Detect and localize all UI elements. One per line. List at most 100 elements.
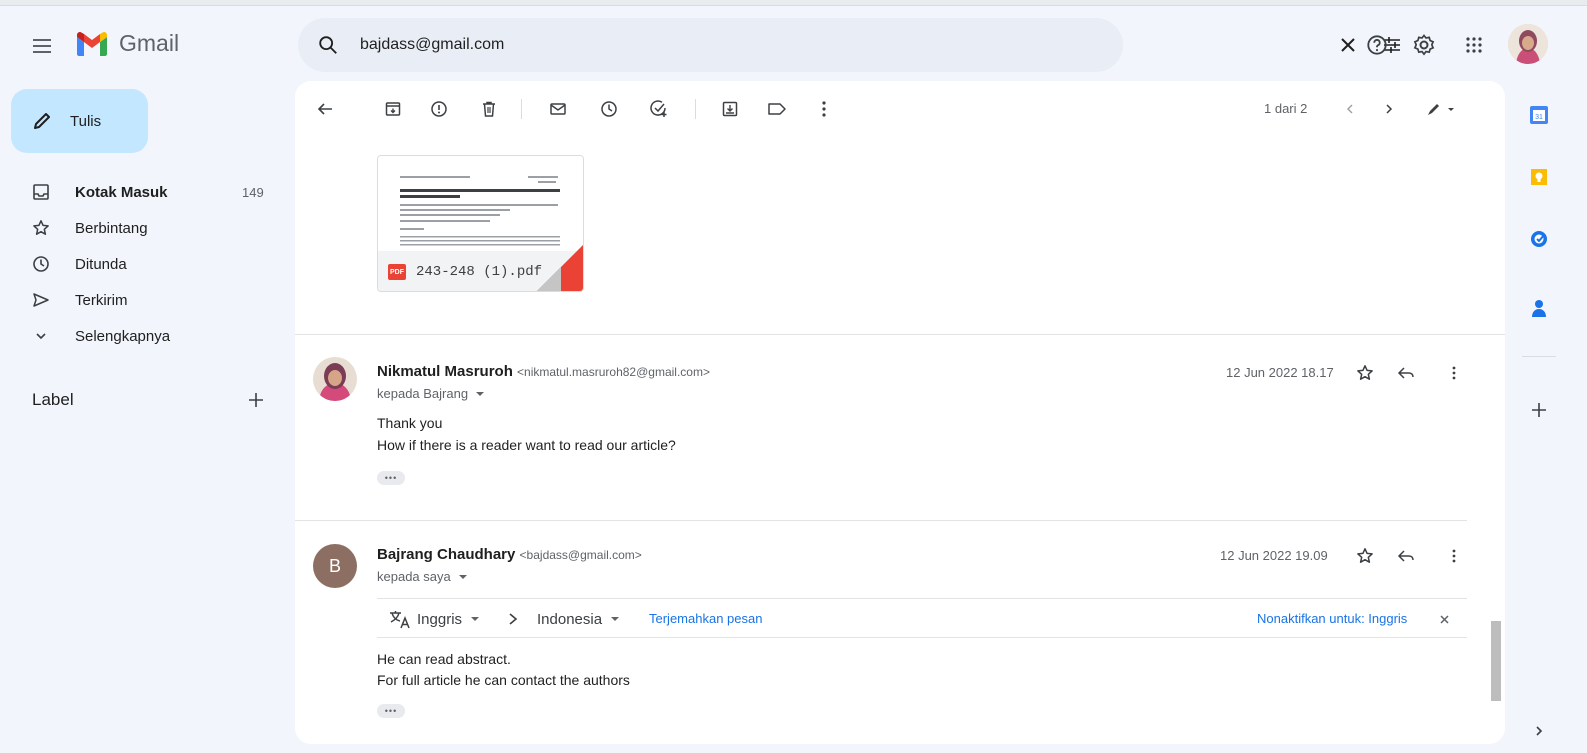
clear-search-button[interactable]	[1334, 31, 1362, 59]
search-input[interactable]	[360, 28, 1000, 62]
attachment-filename: 243-248 (1).pdf	[416, 264, 543, 280]
clock-icon	[601, 101, 617, 117]
star-icon	[1357, 365, 1373, 380]
page-fold-decoration	[537, 267, 561, 291]
back-button[interactable]	[313, 97, 337, 121]
show-trimmed-content-button[interactable]: •••	[377, 704, 405, 718]
keep-icon	[1531, 169, 1547, 185]
mail-icon	[550, 103, 566, 115]
source-language-select[interactable]: Inggris	[417, 599, 482, 639]
gmail-logo[interactable]: Gmail	[75, 30, 179, 57]
search-icon	[319, 36, 337, 54]
translate-bar: Inggris Indonesia Terjemahkan pesan Nona…	[377, 598, 1467, 638]
apps-button[interactable]	[1459, 30, 1489, 60]
calendar-icon: 31	[1530, 106, 1548, 124]
chevron-left-icon	[1347, 104, 1353, 114]
more-vert-icon	[822, 101, 826, 117]
profile-photo-icon	[1508, 24, 1548, 64]
pagination-text: 1 dari 2	[1264, 101, 1308, 116]
add-task-button[interactable]	[647, 97, 671, 121]
compose-button[interactable]: Tulis	[11, 89, 148, 153]
arrow-back-icon	[317, 103, 332, 115]
arrow-right-icon	[509, 613, 518, 625]
move-to-button[interactable]	[718, 97, 742, 121]
archive-button[interactable]	[381, 97, 405, 121]
unread-count: 149	[242, 184, 264, 200]
show-trimmed-content-button[interactable]: •••	[377, 471, 405, 485]
recipient-text: kepada saya	[377, 569, 451, 584]
target-language-label: Indonesia	[537, 610, 603, 628]
attachment-card[interactable]: PDF 243-248 (1).pdf	[377, 155, 584, 292]
more-actions-button[interactable]	[812, 97, 836, 121]
main-menu-button[interactable]	[26, 30, 58, 62]
sidebar-item-inbox[interactable]: Kotak Masuk 149	[0, 176, 275, 208]
message-view: 1 dari 2 PDF 243-248 (1).pdf Nikmatul Ma…	[295, 81, 1505, 744]
sidebar-item-label: Terkirim	[75, 291, 128, 309]
sender-email: <bajdass@gmail.com>	[519, 548, 642, 562]
sender-line: Nikmatul Masruroh <nikmatul.masruroh82@g…	[377, 363, 710, 380]
sidebar-item-starred[interactable]: Berbintang	[0, 212, 275, 244]
sidebar-item-more[interactable]: Selengkapnya	[0, 320, 275, 352]
close-icon	[1439, 614, 1449, 624]
sidebar-item-label: Kotak Masuk	[75, 183, 168, 201]
newer-button[interactable]	[1338, 97, 1362, 121]
get-addons-button[interactable]	[1528, 399, 1550, 421]
older-button[interactable]	[1377, 97, 1401, 121]
star-button[interactable]	[1353, 361, 1377, 385]
support-button[interactable]	[1362, 30, 1392, 60]
message-date: 12 Jun 2022 18.17	[1226, 365, 1334, 380]
reply-icon	[1397, 550, 1414, 562]
sender-name[interactable]: Bajrang Chaudhary	[377, 546, 515, 563]
compose-label: Tulis	[70, 112, 102, 130]
rail-divider	[1522, 356, 1556, 357]
labels-header: Label	[32, 390, 74, 409]
scrollbar-thumb[interactable]	[1491, 621, 1501, 701]
sender-avatar[interactable]: B	[313, 544, 357, 588]
translate-icon	[390, 611, 410, 629]
add-task-icon	[650, 100, 667, 117]
report-spam-button[interactable]	[427, 97, 451, 121]
target-language-select[interactable]: Indonesia	[537, 599, 622, 639]
recipient-details-toggle[interactable]: kepada Bajrang	[377, 386, 487, 401]
sender-name[interactable]: Nikmatul Masruroh	[377, 363, 513, 380]
message-more-button[interactable]	[1444, 544, 1464, 568]
create-label-button[interactable]	[245, 389, 267, 411]
show-side-panel-button[interactable]	[1528, 720, 1550, 742]
browser-top-edge	[0, 0, 1587, 6]
calendar-app-button[interactable]: 31	[1528, 104, 1550, 126]
translate-message-link[interactable]: Terjemahkan pesan	[649, 611, 762, 626]
message-more-button[interactable]	[1444, 361, 1464, 385]
labels-button[interactable]	[765, 97, 789, 121]
pen-dropdown-icon	[1428, 104, 1454, 115]
star-button[interactable]	[1353, 544, 1377, 568]
caret-down-icon	[611, 617, 620, 621]
sidebar-item-snoozed[interactable]: Ditunda	[0, 248, 275, 280]
disable-translation-link[interactable]: Nonaktifkan untuk: Inggris	[1257, 611, 1407, 626]
svg-text:31: 31	[1535, 114, 1543, 121]
message-divider	[295, 520, 1467, 521]
hamburger-icon	[33, 39, 51, 53]
account-avatar[interactable]	[1508, 24, 1548, 64]
sender-line: Bajrang Chaudhary <bajdass@gmail.com>	[377, 546, 642, 563]
snooze-button[interactable]	[597, 97, 621, 121]
search-button[interactable]	[314, 31, 342, 59]
reply-button[interactable]	[1394, 361, 1418, 385]
reply-button[interactable]	[1394, 544, 1418, 568]
sender-avatar[interactable]	[313, 357, 357, 401]
tasks-app-button[interactable]	[1528, 228, 1550, 250]
toolbar-divider	[695, 99, 696, 119]
settings-button[interactable]	[1409, 30, 1439, 60]
delete-button[interactable]	[477, 97, 501, 121]
chevron-down-icon	[36, 333, 46, 340]
contacts-app-button[interactable]	[1528, 298, 1550, 320]
recipient-text: kepada Bajrang	[377, 386, 469, 401]
mark-unread-button[interactable]	[546, 97, 570, 121]
input-tools-button[interactable]	[1423, 97, 1459, 121]
recipient-details-toggle[interactable]: kepada saya	[377, 569, 470, 584]
inbox-icon	[33, 184, 49, 200]
sidebar-item-sent[interactable]: Terkirim	[0, 284, 275, 316]
keep-app-button[interactable]	[1528, 166, 1550, 188]
sidebar-item-label: Berbintang	[75, 219, 148, 237]
close-translate-bar-button[interactable]	[1437, 612, 1451, 626]
tasks-icon	[1531, 231, 1547, 247]
